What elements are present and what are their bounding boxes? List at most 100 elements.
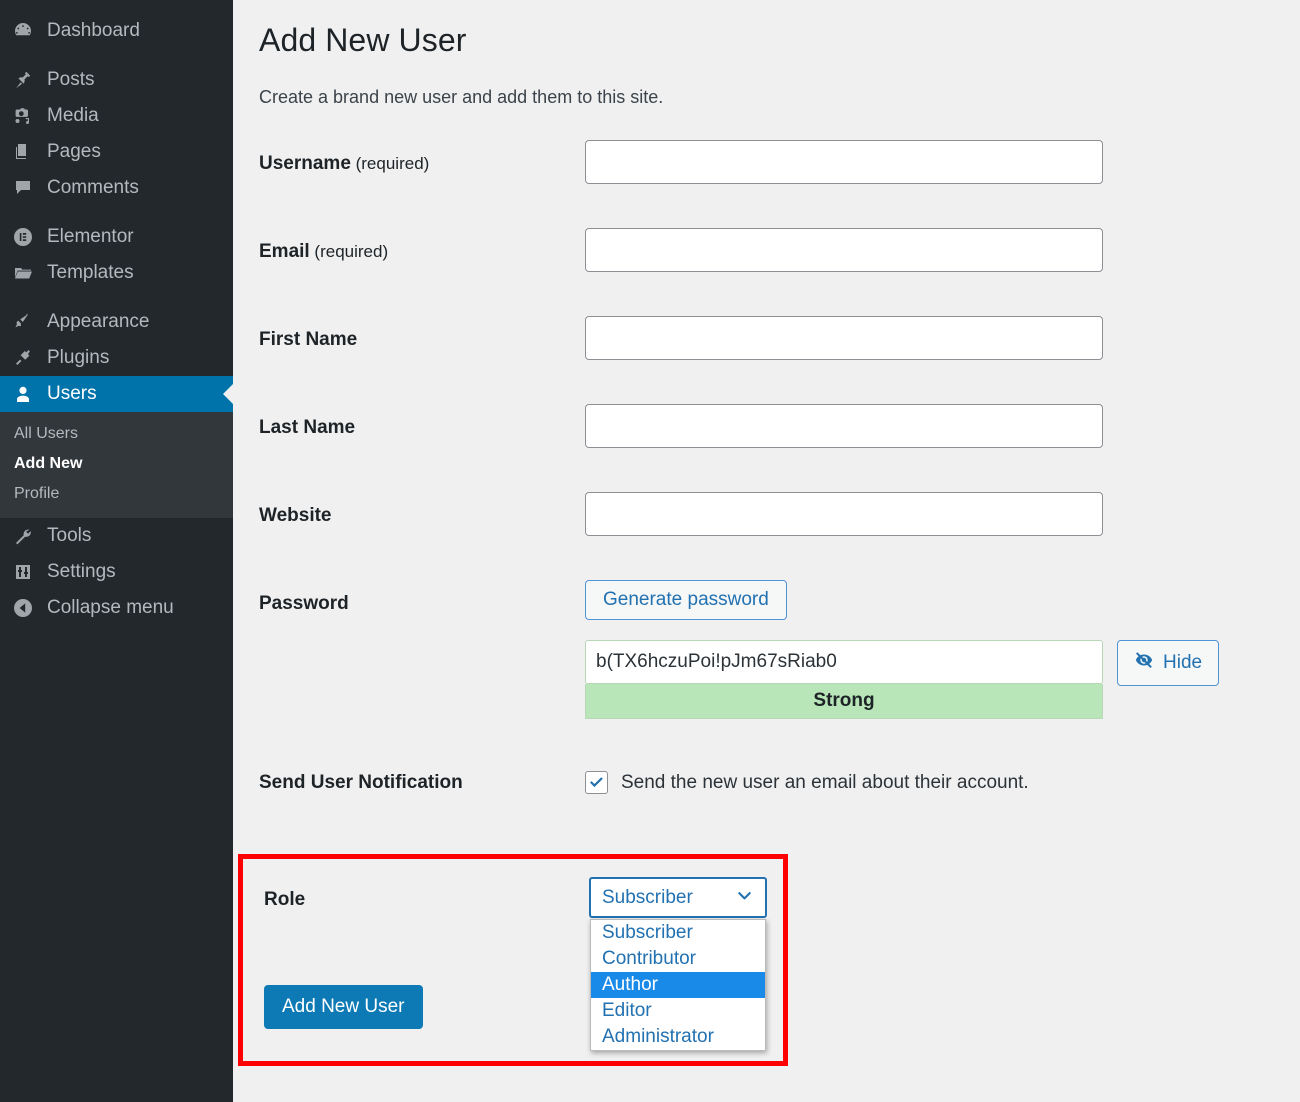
first-name-label: First Name (259, 316, 585, 351)
sidebar-item-tools[interactable]: Tools (0, 518, 233, 554)
users-submenu: All Users Add New Profile (0, 412, 233, 518)
sidebar-divider (0, 49, 233, 62)
role-select[interactable]: Subscriber (589, 877, 767, 918)
submenu-item-label: All Users (14, 425, 79, 442)
role-dropdown-list[interactable]: Subscriber Contributor Author Editor Adm… (590, 919, 766, 1051)
elementor-icon (12, 226, 34, 248)
sidebar-item-comments[interactable]: Comments (0, 170, 233, 206)
sidebar-item-label: Appearance (47, 310, 150, 332)
plug-icon (12, 347, 34, 369)
role-label: Role (264, 889, 306, 910)
role-option-editor[interactable]: Editor (591, 998, 765, 1024)
main-content: Add New User Create a brand new user and… (233, 0, 1300, 1102)
last-name-input[interactable] (585, 404, 1103, 448)
form-row-website: Website (259, 492, 1300, 536)
sidebar-item-label: Pages (47, 140, 101, 162)
website-input[interactable] (585, 492, 1103, 536)
sidebar-item-label: Templates (47, 261, 134, 283)
sidebar-item-users[interactable]: Users (0, 376, 233, 412)
send-notification-checkbox[interactable] (585, 771, 608, 794)
sidebar-item-label: Comments (47, 176, 139, 198)
hide-button-label: Hide (1163, 652, 1203, 673)
role-annotation-highlight: Role Subscriber Subscriber Contributor A… (238, 854, 788, 1066)
label-text: Email (259, 241, 310, 262)
sidebar-item-templates[interactable]: Templates (0, 255, 233, 291)
sidebar-item-posts[interactable]: Posts (0, 62, 233, 98)
label-text: Username (259, 153, 351, 174)
sidebar-item-pages[interactable]: Pages (0, 134, 233, 170)
hide-password-button[interactable]: Hide (1117, 640, 1220, 686)
checkmark-icon (590, 777, 603, 788)
admin-sidebar: Dashboard Posts Media Pages Comments Ele… (0, 0, 233, 1102)
sidebar-item-label: Posts (47, 68, 95, 90)
pin-icon (12, 69, 34, 91)
sidebar-divider (0, 206, 233, 219)
label-text: Last Name (259, 417, 356, 438)
required-note: (required) (350, 154, 430, 173)
form-row-send-notification: Send User Notification Send the new user… (259, 759, 1300, 794)
wordpress-admin-screen: Dashboard Posts Media Pages Comments Ele… (0, 0, 1300, 1102)
sidebar-item-media[interactable]: Media (0, 98, 233, 134)
sidebar-divider (0, 291, 233, 304)
form-row-password: Password Generate password Strong Hide (259, 580, 1300, 719)
sidebar-item-collapse-menu[interactable]: Collapse menu (0, 590, 233, 626)
add-new-user-submit-button[interactable]: Add New User (264, 985, 423, 1029)
sidebar-item-label: Dashboard (47, 19, 140, 41)
role-option-contributor[interactable]: Contributor (591, 946, 765, 972)
role-select-value: Subscriber (602, 886, 693, 908)
first-name-input[interactable] (585, 316, 1103, 360)
send-notification-checkbox-label: Send the new user an email about their a… (621, 771, 1029, 793)
password-entry-group: Strong Hide (585, 640, 1300, 719)
dashboard-icon (12, 20, 34, 42)
submenu-item-label: Add New (14, 455, 83, 472)
wrench-icon (12, 525, 34, 547)
submenu-item-all-users[interactable]: All Users (0, 419, 233, 449)
sidebar-item-label: Users (47, 382, 97, 404)
sidebar-item-label: Collapse menu (47, 596, 174, 618)
sidebar-item-appearance[interactable]: Appearance (0, 304, 233, 340)
role-option-author[interactable]: Author (591, 972, 765, 998)
label-text: Website (259, 505, 332, 526)
required-note: (required) (309, 242, 389, 261)
sidebar-item-plugins[interactable]: Plugins (0, 340, 233, 376)
eye-slash-icon (1134, 650, 1154, 676)
password-input[interactable] (585, 640, 1103, 684)
email-label: Email (required) (259, 228, 585, 263)
submenu-item-label: Profile (14, 485, 60, 502)
label-text: Send User Notification (259, 772, 463, 793)
form-row-last-name: Last Name (259, 404, 1300, 448)
pages-icon (12, 141, 34, 163)
last-name-label: Last Name (259, 404, 585, 439)
sidebar-item-label: Settings (47, 560, 116, 582)
comments-icon (12, 177, 34, 199)
form-row-email: Email (required) (259, 228, 1300, 272)
submenu-item-profile[interactable]: Profile (0, 479, 233, 509)
website-label: Website (259, 492, 585, 527)
sliders-icon (12, 561, 34, 583)
collapse-arrow-icon (12, 597, 34, 619)
role-option-administrator[interactable]: Administrator (591, 1024, 765, 1050)
password-strength-indicator: Strong (585, 684, 1103, 719)
sidebar-item-dashboard[interactable]: Dashboard (0, 13, 233, 49)
sidebar-item-label: Media (47, 104, 99, 126)
sidebar-item-label: Plugins (47, 346, 110, 368)
sidebar-item-settings[interactable]: Settings (0, 554, 233, 590)
username-label: Username (required) (259, 140, 585, 175)
sidebar-item-label: Tools (47, 524, 92, 546)
user-icon (12, 383, 34, 405)
password-label: Password (259, 580, 585, 615)
folder-icon (12, 262, 34, 284)
media-icon (12, 105, 34, 127)
page-subtitle: Create a brand new user and add them to … (259, 87, 664, 107)
send-notification-label: Send User Notification (259, 759, 585, 794)
email-input[interactable] (585, 228, 1103, 272)
chevron-down-icon (735, 886, 754, 910)
generate-password-button[interactable]: Generate password (585, 580, 787, 620)
sidebar-item-label: Elementor (47, 225, 134, 247)
page-title: Add New User (259, 22, 467, 58)
sidebar-item-elementor[interactable]: Elementor (0, 219, 233, 255)
username-input[interactable] (585, 140, 1103, 184)
role-option-subscriber[interactable]: Subscriber (591, 920, 765, 946)
submenu-item-add-new[interactable]: Add New (0, 449, 233, 479)
form-row-first-name: First Name (259, 316, 1300, 360)
